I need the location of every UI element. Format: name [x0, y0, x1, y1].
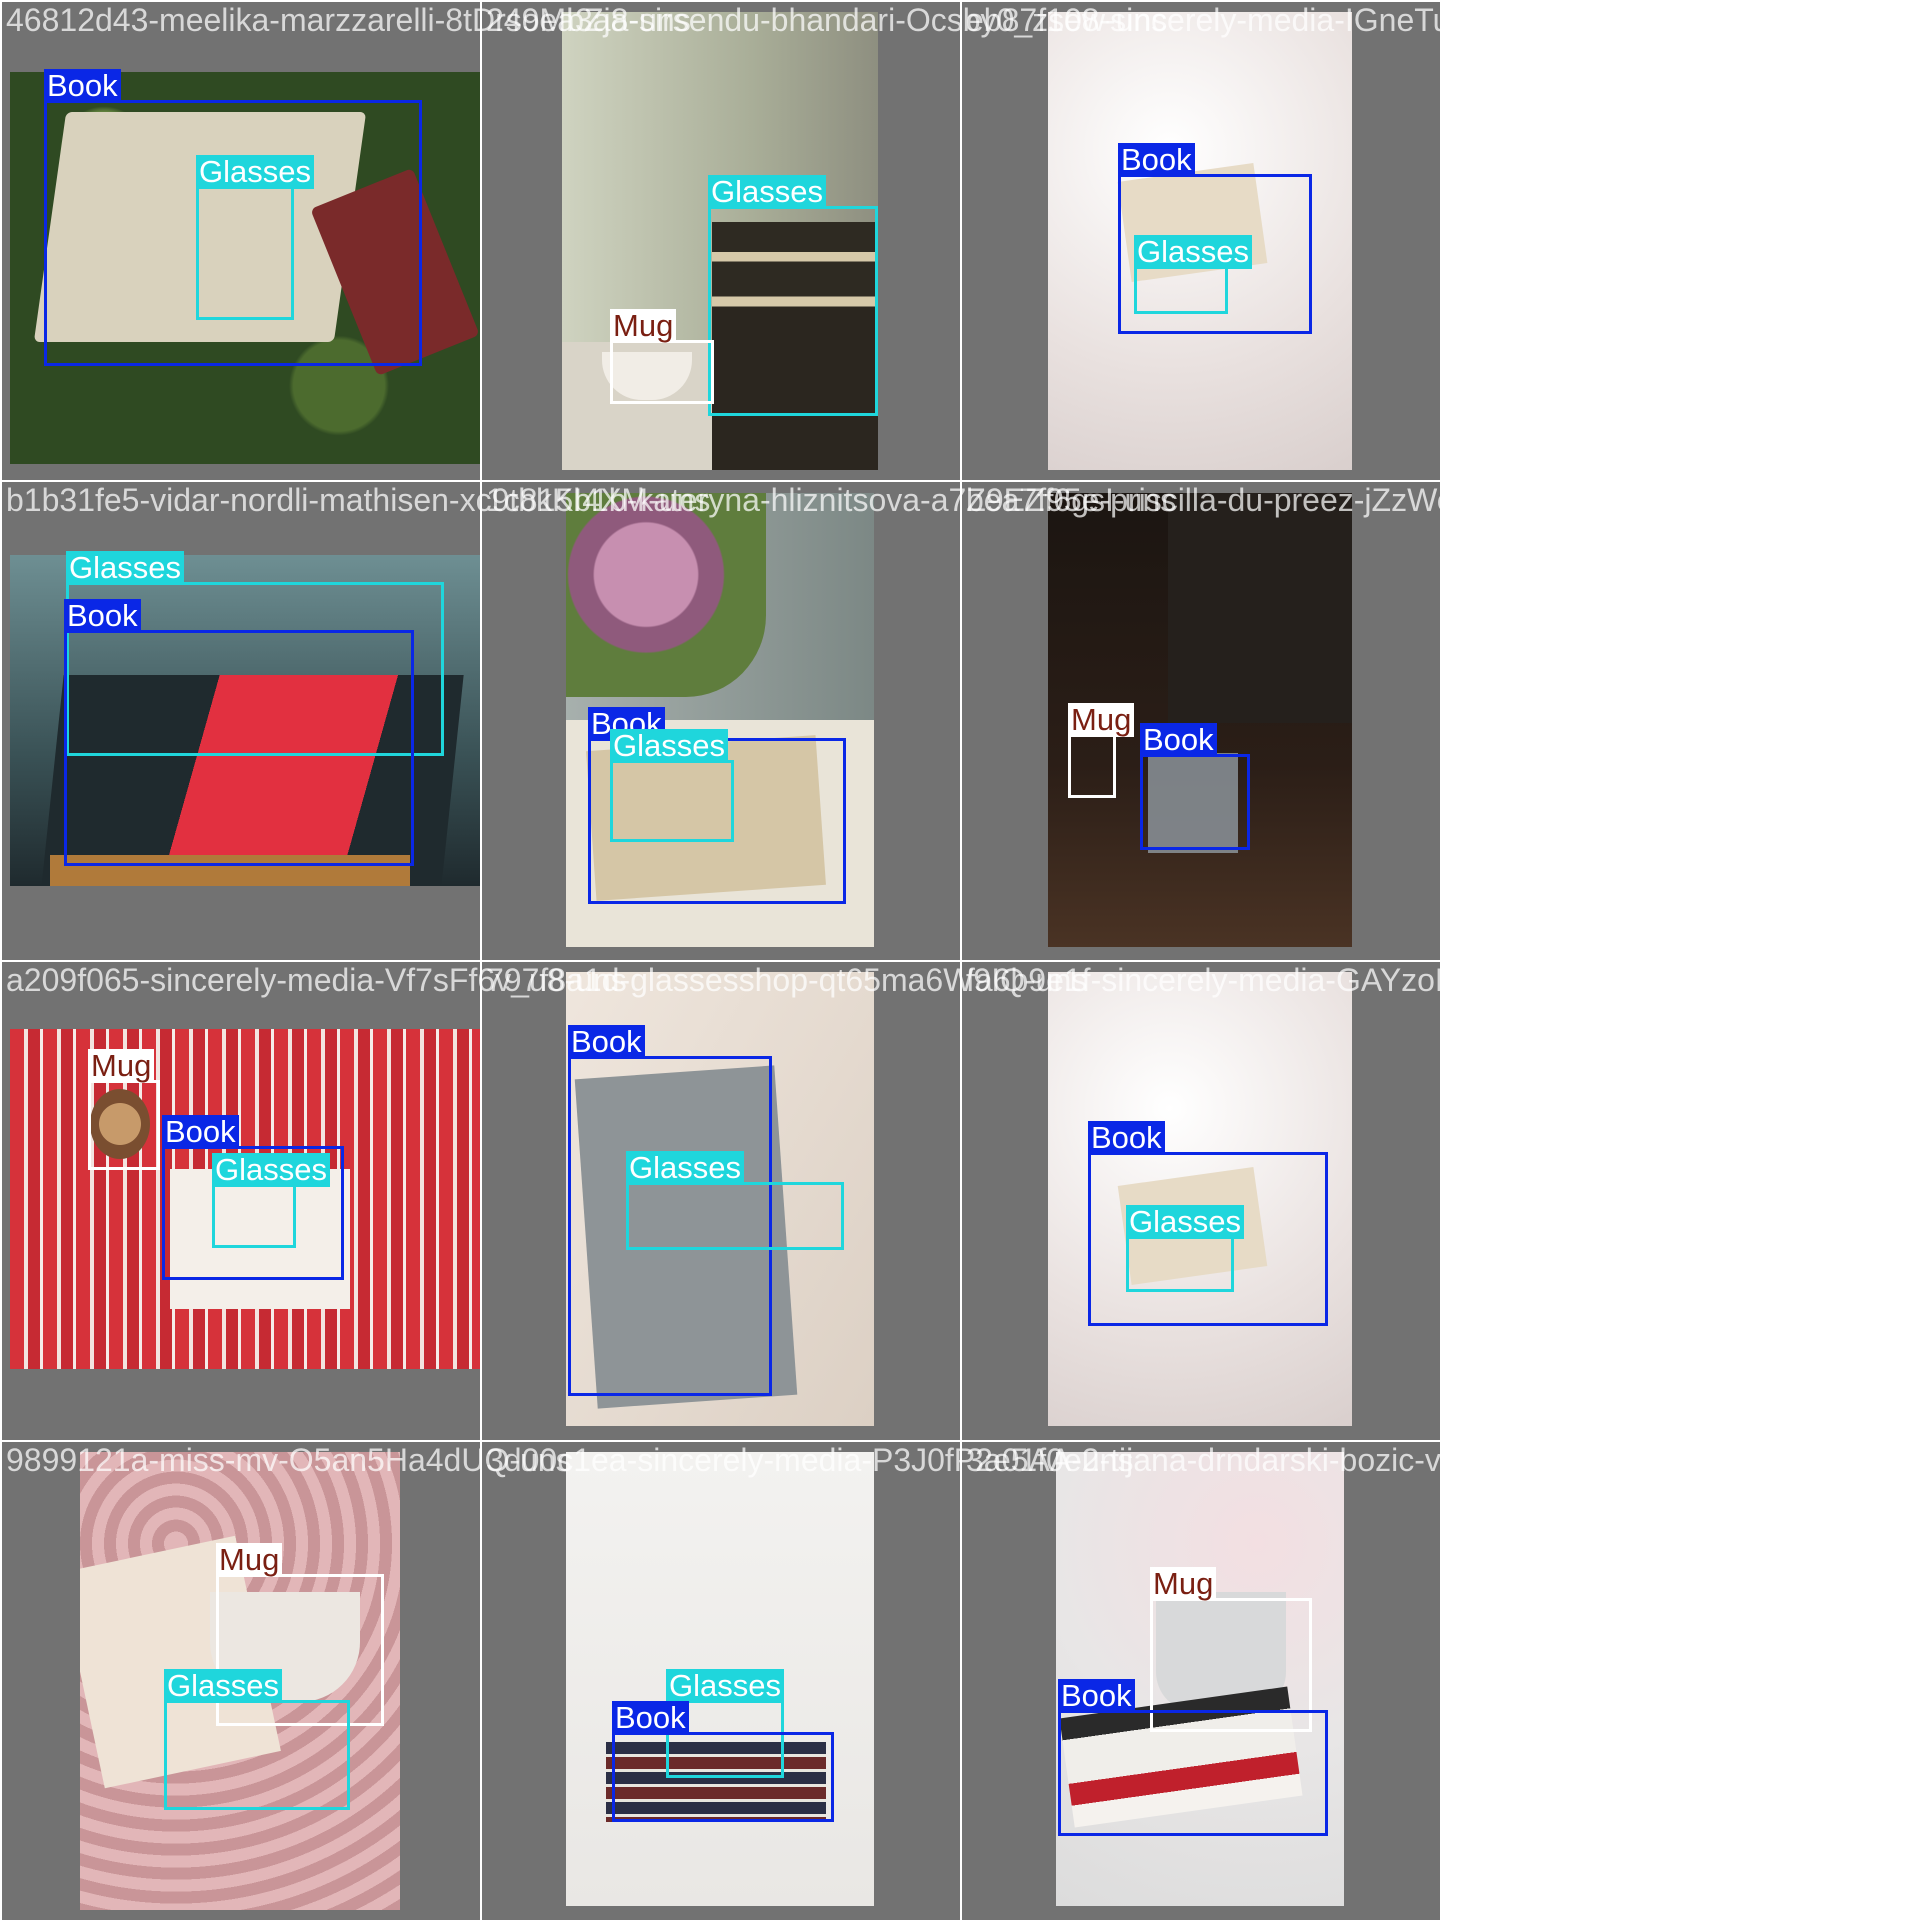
mosaic-cell: Glasses Book 3d00c1ea-sincerely-media-P3J0… [482, 1442, 1133, 1920]
bbox-label: Glasses [708, 175, 826, 209]
bbox-label: Book [1118, 143, 1195, 177]
mosaic-cell: Mug Book bea7f95e-priscilla-du-preez-jZzWe… [962, 482, 1586, 960]
bbox-label: Glasses [164, 1669, 282, 1703]
mosaic-grid: Book Glasses 46812d43-meelika-marzzarelli-… [0, 0, 1685, 1920]
bbox-glasses: Glasses [1134, 235, 1252, 314]
bbox-label: Book [1140, 723, 1217, 757]
bbox-label: Book [568, 1025, 645, 1059]
bbox-label: Book [612, 1701, 689, 1735]
mosaic-cell: Book Glasses 46812d43-meelika-marzzarelli-… [2, 2, 691, 480]
mosaic-cell: Mug Book 3a01f0e2-tijana-drndarski-bozic-v… [962, 1442, 1685, 1920]
bbox-mug: Mug [1068, 703, 1135, 798]
bbox-label: Glasses [610, 729, 728, 763]
bbox-label: Mug [1150, 1567, 1217, 1601]
bbox-label: Glasses [66, 551, 184, 585]
bbox-label: Glasses [1134, 235, 1252, 269]
mosaic-cell: Book Glasses fa6b9e1f-sincerely-media-GAYz… [962, 962, 1615, 1440]
bbox-glasses: Glasses [626, 1151, 844, 1250]
bbox-label: Glasses [212, 1153, 330, 1187]
bbox-label: Glasses [1126, 1205, 1244, 1239]
bbox-glasses: Glasses [1126, 1205, 1244, 1292]
bbox-label: Book [1058, 1679, 1135, 1713]
bbox-label: Glasses [196, 155, 314, 189]
mosaic-cell: Mug Book Glasses a209f065-sincerely-media-V… [2, 962, 627, 1440]
mosaic-cell: Book Glasses 797f8a1d-glassesshop-qt65ma6W… [482, 962, 1087, 1440]
mosaic-cell: Book Glasses eb87f1e8-sincerely-media-IGne… [962, 2, 1586, 480]
bbox-label: Glasses [626, 1151, 744, 1185]
bbox-label: Glasses [666, 1669, 784, 1703]
bbox-mug: Mug [610, 309, 714, 404]
bbox-label: Book [64, 599, 141, 633]
bbox-glasses: Glasses [164, 1669, 350, 1810]
bbox-label: Mug [610, 309, 677, 343]
photo-layer [566, 493, 767, 698]
bbox-book: Book [64, 599, 414, 866]
bbox-book: Book [1140, 723, 1250, 850]
mosaic-cell: Glasses Book b1b31fe5-vidar-nordli-mathise… [2, 482, 710, 960]
bbox-label: Mug [216, 1543, 283, 1577]
bbox-glasses: Glasses [708, 175, 878, 416]
mosaic-cell: Mug Glasses 9899121a-miss-mv-O5an5Ha4dUQ-u… [2, 1442, 572, 1920]
bbox-mug: Mug [88, 1049, 160, 1170]
mosaic-cell: Book Glasses 1c815b1b-kateryna-hliznitsova… [482, 482, 1176, 960]
mosaic-cell: Glasses Mug 249ea3aa-sirsendu-bhandari-Ocs… [482, 2, 1167, 480]
bbox-label: Mug [1068, 703, 1135, 737]
bbox-label: Mug [88, 1049, 155, 1083]
bbox-book: Book [1058, 1679, 1328, 1836]
bbox-label: Book [44, 69, 121, 103]
bbox-glasses: Glasses [610, 729, 734, 842]
bbox-label: Book [162, 1115, 239, 1149]
bbox-label: Book [1088, 1121, 1165, 1155]
photo-layer [1168, 493, 1352, 723]
bbox-glasses: Glasses [196, 155, 314, 320]
bbox-book: Book [612, 1701, 834, 1822]
bbox-glasses: Glasses [212, 1153, 330, 1248]
